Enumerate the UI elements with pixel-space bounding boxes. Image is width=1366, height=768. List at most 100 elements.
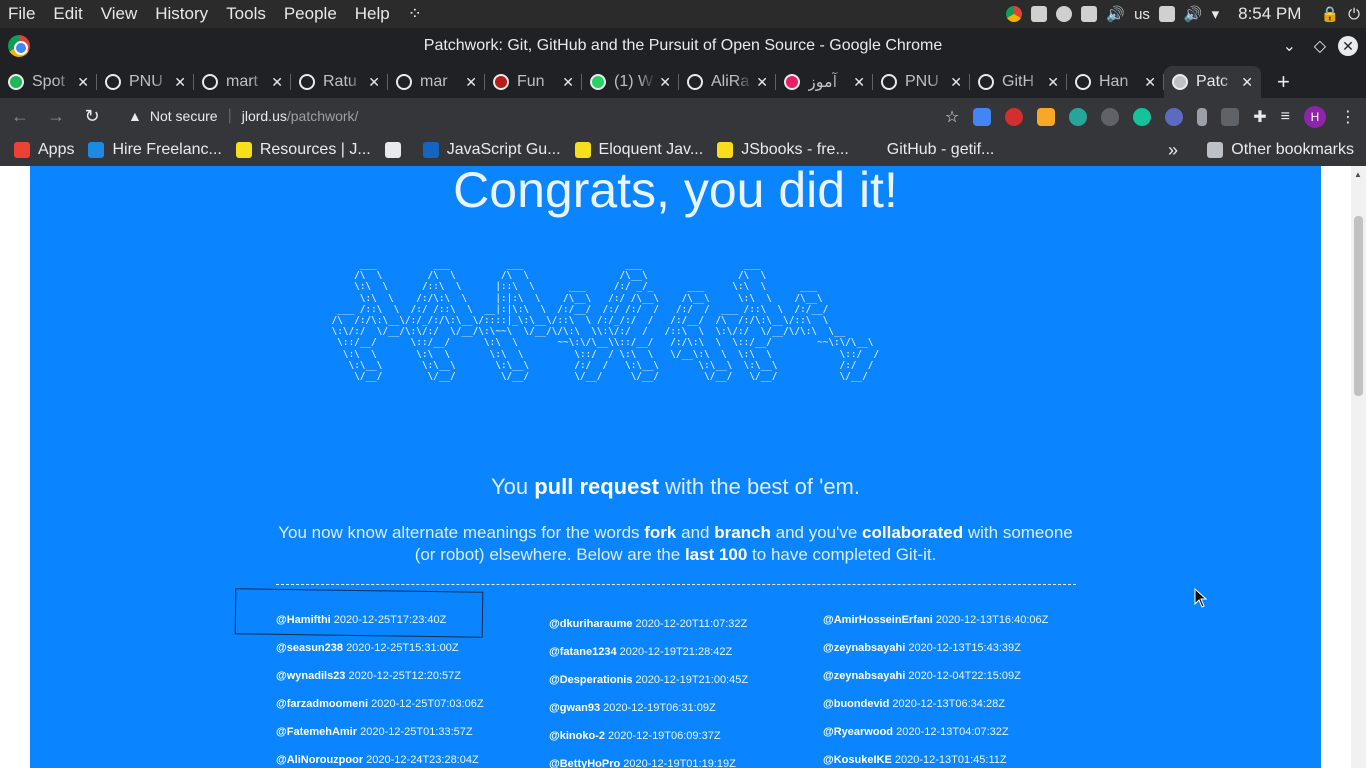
reload-icon[interactable]: ↻ — [76, 106, 108, 127]
bookmark-item[interactable]: GitHub - getif... — [862, 141, 994, 159]
completer-username[interactable]: @Hamifthi — [276, 614, 331, 626]
completer-username[interactable]: @BettyHoPro — [549, 758, 620, 768]
close-window-icon[interactable]: ✕ — [1338, 36, 1358, 56]
forward-icon[interactable]: → — [40, 106, 72, 127]
pause-tray-icon[interactable] — [1056, 6, 1073, 22]
completer-username[interactable]: @gwan93 — [549, 702, 600, 714]
completer-username[interactable]: @zeynabsayahi — [823, 670, 905, 682]
page-scrollbar[interactable]: ▲ — [1351, 166, 1366, 768]
completer-username[interactable]: @farzadmoomeni — [276, 698, 368, 710]
extension-m-icon[interactable] — [1069, 108, 1088, 126]
network-tray-icon[interactable] — [1158, 6, 1175, 22]
kebab-menu-icon[interactable]: ⋮ — [1340, 107, 1356, 127]
browser-tab[interactable]: Han ✕ — [1067, 66, 1164, 98]
puzzle-icon[interactable]: ✚ — [1253, 107, 1266, 127]
bookmark-item[interactable]: Eloquent Jav... — [574, 141, 703, 159]
tab-close-icon[interactable]: ✕ — [1144, 74, 1156, 91]
tab-close-icon[interactable]: ✕ — [174, 74, 186, 91]
tab-close-icon[interactable]: ✕ — [1241, 74, 1253, 91]
completer-username[interactable]: @FatemehAmir — [276, 726, 357, 738]
menu-file[interactable]: File — [0, 0, 44, 28]
bookmark-item[interactable]: Resources | J... — [235, 141, 371, 159]
tab-close-icon[interactable]: ✕ — [950, 74, 962, 91]
scrollbar-thumb[interactable] — [1354, 216, 1363, 396]
lock-icon[interactable]: 🔒 — [1320, 5, 1339, 23]
power-icon[interactable]: ⏻ — [1348, 6, 1360, 23]
tab-close-icon[interactable]: ✕ — [465, 74, 477, 91]
volume-icon[interactable]: 🔊 — [1184, 5, 1203, 23]
adblock-icon[interactable] — [1005, 108, 1024, 126]
bookmarks-overflow-button[interactable]: » — [1168, 140, 1178, 161]
bookmark-item[interactable]: JavaScript Gu... — [422, 141, 561, 159]
tab-close-icon[interactable]: ✕ — [77, 74, 89, 91]
scroll-up-arrow-icon[interactable]: ▲ — [1354, 170, 1362, 179]
chrome-tray-icon[interactable] — [1006, 6, 1023, 22]
extension-moon-icon[interactable] — [1101, 108, 1120, 126]
menu-help[interactable]: Help — [346, 0, 399, 28]
warning-icon[interactable]: ▲ — [128, 108, 142, 124]
profile-avatar[interactable]: H — [1304, 106, 1326, 128]
star-icon[interactable]: ☆ — [945, 107, 959, 127]
clock[interactable]: 8:54 PM — [1238, 4, 1301, 24]
back-icon[interactable]: ← — [4, 106, 36, 127]
bookmark-ext-icon[interactable] — [1197, 108, 1208, 126]
browser-tab[interactable]: Fun ✕ — [485, 66, 582, 98]
tab-close-icon[interactable]: ✕ — [368, 74, 380, 91]
overflow-dots-icon[interactable]: ⁘ — [399, 0, 431, 28]
completer-username[interactable]: @buondevid — [823, 698, 889, 710]
tab-close-icon[interactable]: ✕ — [271, 74, 283, 91]
completer-username[interactable]: @wynadils23 — [276, 670, 345, 682]
completer-username[interactable]: @fatane1234 — [549, 646, 617, 658]
tab-close-icon[interactable]: ✕ — [659, 74, 671, 91]
browser-tab[interactable]: AliRa ✕ — [679, 66, 776, 98]
tab-close-icon[interactable]: ✕ — [756, 74, 768, 91]
completer-username[interactable]: @AliNorouzpoor — [276, 754, 363, 766]
menu-edit[interactable]: Edit — [44, 0, 91, 28]
tab-close-icon[interactable]: ✕ — [562, 74, 574, 91]
grammarly-icon[interactable] — [1133, 108, 1152, 126]
new-tab-button[interactable]: + — [1277, 66, 1290, 98]
menu-history[interactable]: History — [146, 0, 217, 28]
browser-tab[interactable]: mart ✕ — [194, 66, 291, 98]
bookmark-item[interactable] — [384, 142, 409, 158]
chevron-down-icon[interactable]: ▾ — [1212, 5, 1220, 23]
completer-username[interactable]: @KosukeIKE — [823, 754, 892, 766]
browser-tab[interactable]: (1) W ✕ — [582, 66, 679, 98]
completer-username[interactable]: @Ryearwood — [823, 726, 893, 738]
completer-username[interactable]: @zeynabsayahi — [823, 642, 905, 654]
completer-username[interactable]: @AmirHosseinErfani — [823, 614, 933, 626]
browser-tab[interactable]: آموز ✕ — [776, 66, 873, 98]
extension-arrow-icon[interactable] — [1221, 108, 1240, 126]
browser-tab[interactable]: mar ✕ — [388, 66, 485, 98]
browser-tab[interactable]: GitH ✕ — [970, 66, 1067, 98]
bookmark-item[interactable]: Apps — [14, 141, 74, 159]
tab-close-icon[interactable]: ✕ — [1047, 74, 1059, 91]
translate-icon[interactable] — [973, 108, 992, 126]
tab-close-icon[interactable]: ✕ — [853, 74, 865, 91]
bookmark-item[interactable]: JSbooks - fre... — [717, 141, 849, 159]
completer-username[interactable]: @dkuriharaume — [549, 618, 632, 630]
menu-people[interactable]: People — [275, 0, 346, 28]
volume-tray-icon[interactable]: 🔊 — [1106, 5, 1125, 23]
clipboard-tray-icon[interactable] — [1081, 6, 1098, 22]
browser-tab[interactable]: Patc ✕ — [1164, 66, 1261, 98]
menu-view[interactable]: View — [92, 0, 147, 28]
folder-icon[interactable] — [1037, 108, 1056, 126]
security-status[interactable]: Not secure — [150, 108, 218, 124]
maximize-icon[interactable]: ◇ — [1314, 36, 1326, 56]
minimize-icon[interactable]: ⌄ — [1283, 36, 1296, 56]
completer-username[interactable]: @Desperationis — [549, 674, 632, 686]
browser-tab[interactable]: Spot ✕ — [0, 66, 97, 98]
completer-username[interactable]: @kinoko-2 — [549, 730, 605, 742]
browser-tab[interactable]: Ratu ✕ — [291, 66, 388, 98]
discord-tray-icon[interactable] — [1031, 6, 1048, 22]
browser-tab[interactable]: PNU ✕ — [97, 66, 194, 98]
media-icon[interactable]: ≡ — [1281, 108, 1290, 126]
completer-username[interactable]: @seasun238 — [276, 642, 343, 654]
extension-gear-icon[interactable] — [1165, 108, 1184, 126]
bookmark-item[interactable]: Hire Freelanc... — [88, 141, 222, 159]
other-bookmarks-button[interactable]: Other bookmarks — [1207, 141, 1354, 159]
address-bar[interactable]: jlord.us/patchwork/ — [242, 108, 359, 124]
menu-tools[interactable]: Tools — [217, 0, 275, 28]
browser-tab[interactable]: PNU ✕ — [873, 66, 970, 98]
